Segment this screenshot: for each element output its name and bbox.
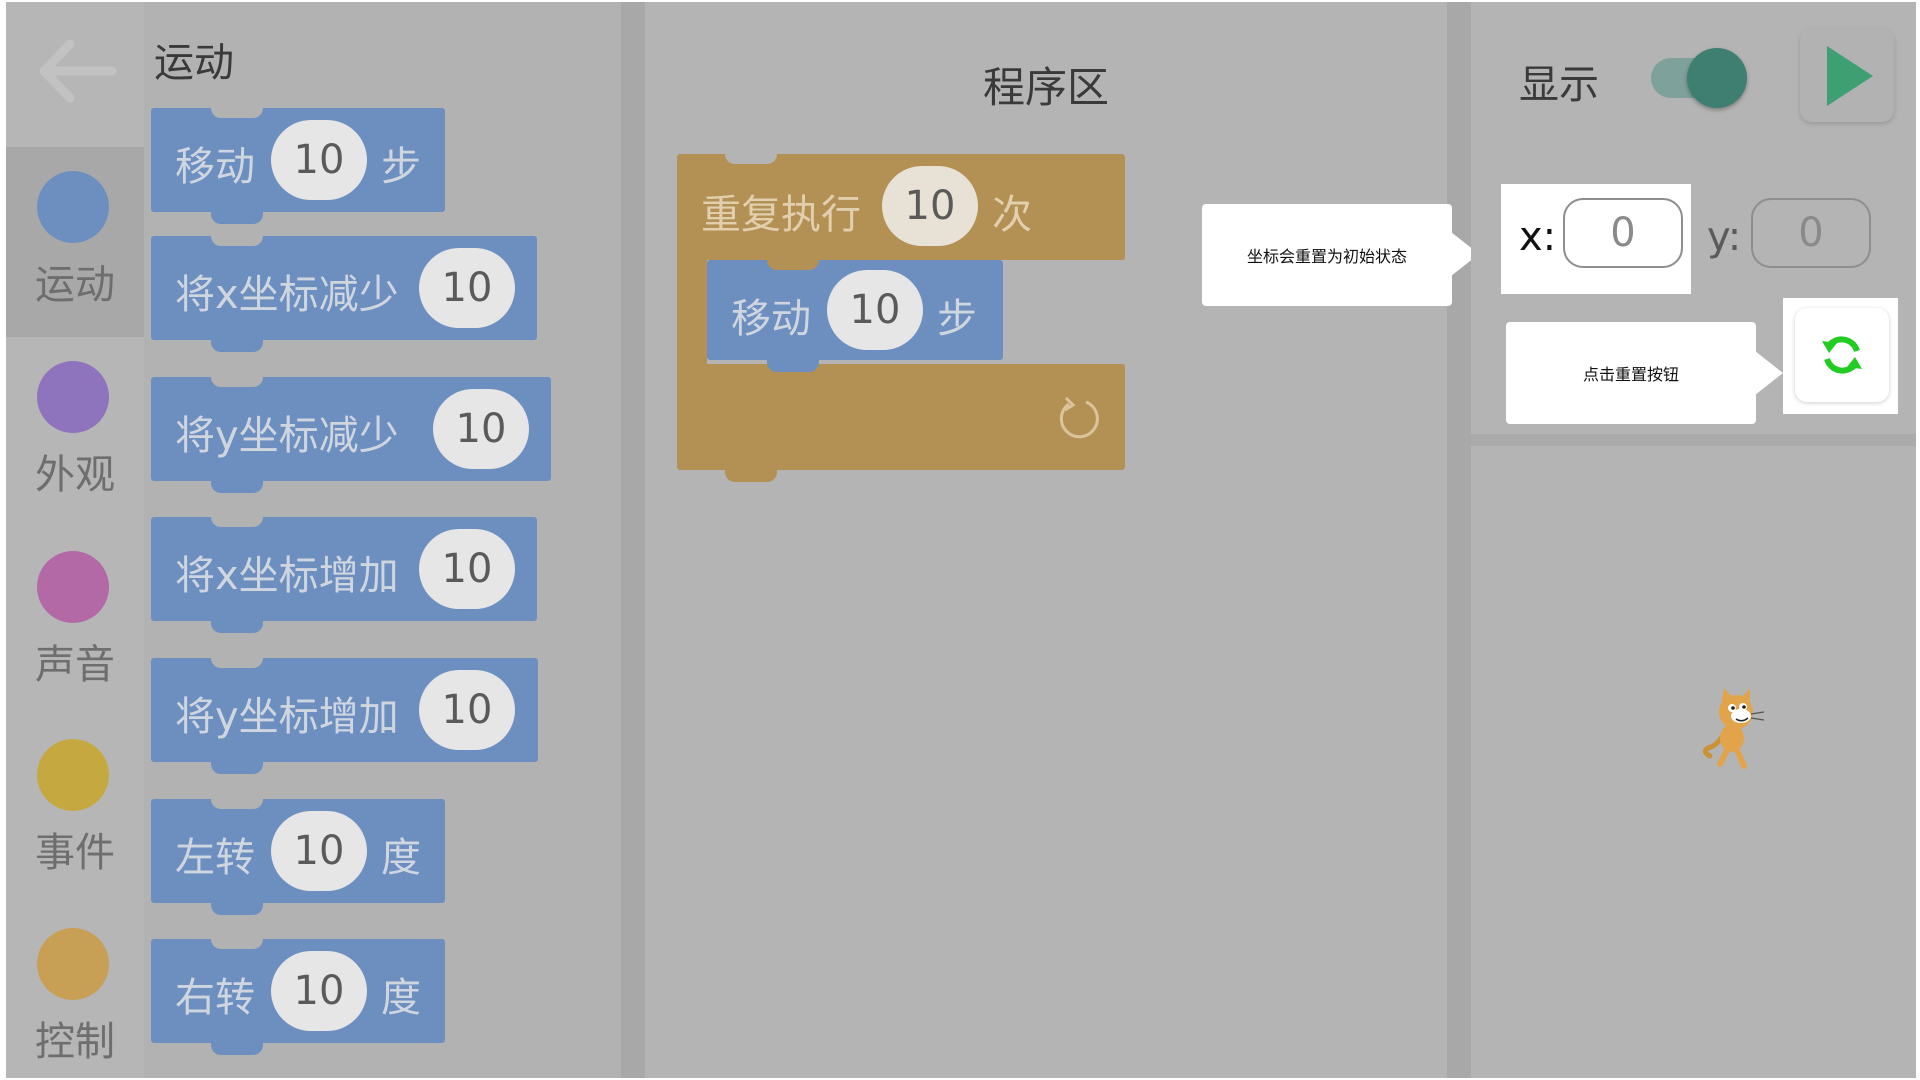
x-label: x: [1519,214,1557,260]
number-input[interactable]: 10 [882,166,978,246]
category-label: 控制 [35,1019,115,1065]
palette-title: 运动 [154,40,234,86]
block-text: 将y坐标增加 [175,694,399,740]
panel-divider [1447,2,1471,1078]
block-text: 移动 [731,296,811,342]
block-decrease-y[interactable]: 将y坐标减少 10 [151,375,551,493]
number-input[interactable]: 10 [419,670,515,750]
show-label: 显示 [1519,62,1599,108]
number-input[interactable]: 10 [271,120,367,200]
category-label: 运动 [35,262,115,308]
number-input[interactable]: 10 [271,951,367,1031]
block-text: 将x坐标减少 [175,272,399,318]
category-label: 外观 [35,452,115,498]
play-button[interactable] [1800,28,1894,122]
play-icon [1827,46,1873,106]
block-text: 度 [381,835,421,881]
x-coord-input[interactable]: 0 [1563,198,1683,268]
block-text: 度 [381,975,421,1021]
block-turn-right[interactable]: 右转 10 度 [151,937,445,1055]
y-coord-input[interactable]: 0 [1751,198,1871,268]
loop-arrow-icon [1059,396,1099,439]
looks-dot-icon [37,361,109,433]
reset-tooltip: 点击重置按钮 [1506,322,1756,424]
category-label: 事件 [35,830,115,876]
block-move[interactable]: 移动 10 步 [151,106,445,224]
block-text: 步 [381,144,421,190]
category-looks[interactable]: 外观 [6,337,144,527]
block-text: 重复执行 [701,192,861,238]
block-text: 右转 [175,975,255,1021]
reset-button[interactable] [1795,308,1889,402]
block-turn-left[interactable]: 左转 10 度 [151,797,445,915]
show-toggle[interactable] [1651,48,1747,108]
toggle-knob [1687,48,1747,108]
number-input[interactable]: 10 [271,811,367,891]
back-button[interactable] [6,2,144,147]
number-input[interactable]: 10 [433,389,529,469]
stage-panel: 显示 x: 0 y: 0 点击重置按钮 [1471,2,1916,1078]
category-label: 声音 [35,642,115,688]
number-input[interactable]: 10 [419,248,515,328]
category-column: 运动 外观 声音 事件 控制 [6,2,144,1078]
tooltip-text: 坐标会重置为初始状态 [1246,247,1407,266]
refresh-icon [1822,336,1862,374]
motion-dot-icon [37,171,109,243]
program-area: 程序区 重复执行 10 次 移动 10 步 [645,2,1447,1078]
block-increase-x[interactable]: 将x坐标增加 10 [151,515,537,633]
category-control[interactable]: 控制 [6,904,144,1078]
coords-tooltip: 坐标会重置为初始状态 [1202,204,1452,306]
sound-dot-icon [37,551,109,623]
panel-divider [621,2,645,1078]
block-text: 将y坐标减少 [175,413,399,459]
block-text: 移动 [175,144,255,190]
category-motion[interactable]: 运动 [6,147,144,337]
block-text: 步 [937,296,977,342]
block-increase-y[interactable]: 将y坐标增加 10 [151,656,538,774]
tooltip-arrow [1755,351,1783,395]
block-decrease-x[interactable]: 将x坐标减少 10 [151,234,537,352]
events-dot-icon [37,739,109,811]
tooltip-text: 点击重置按钮 [1582,365,1679,384]
number-input[interactable]: 10 [419,529,515,609]
block-palette: 运动 移动 10 步 将x坐标减少 10 将y坐标减少 10 将x坐标增加 10… [144,2,621,1078]
stage-header: 显示 [1471,2,1916,150]
stage-separator [1471,434,1916,446]
number-input[interactable]: 10 [827,270,923,350]
control-dot-icon [37,928,109,1000]
cat-sprite-icon[interactable] [1696,686,1772,770]
block-text: 将x坐标增加 [175,553,399,599]
y-label: y: [1707,214,1742,260]
block-text: 次 [992,192,1032,238]
program-title: 程序区 [982,63,1109,112]
arrow-left-icon [39,39,117,103]
block-text: 左转 [175,835,255,881]
category-events[interactable]: 事件 [6,715,144,905]
category-sound[interactable]: 声音 [6,527,144,717]
block-move[interactable]: 移动 10 步 [707,258,1003,372]
